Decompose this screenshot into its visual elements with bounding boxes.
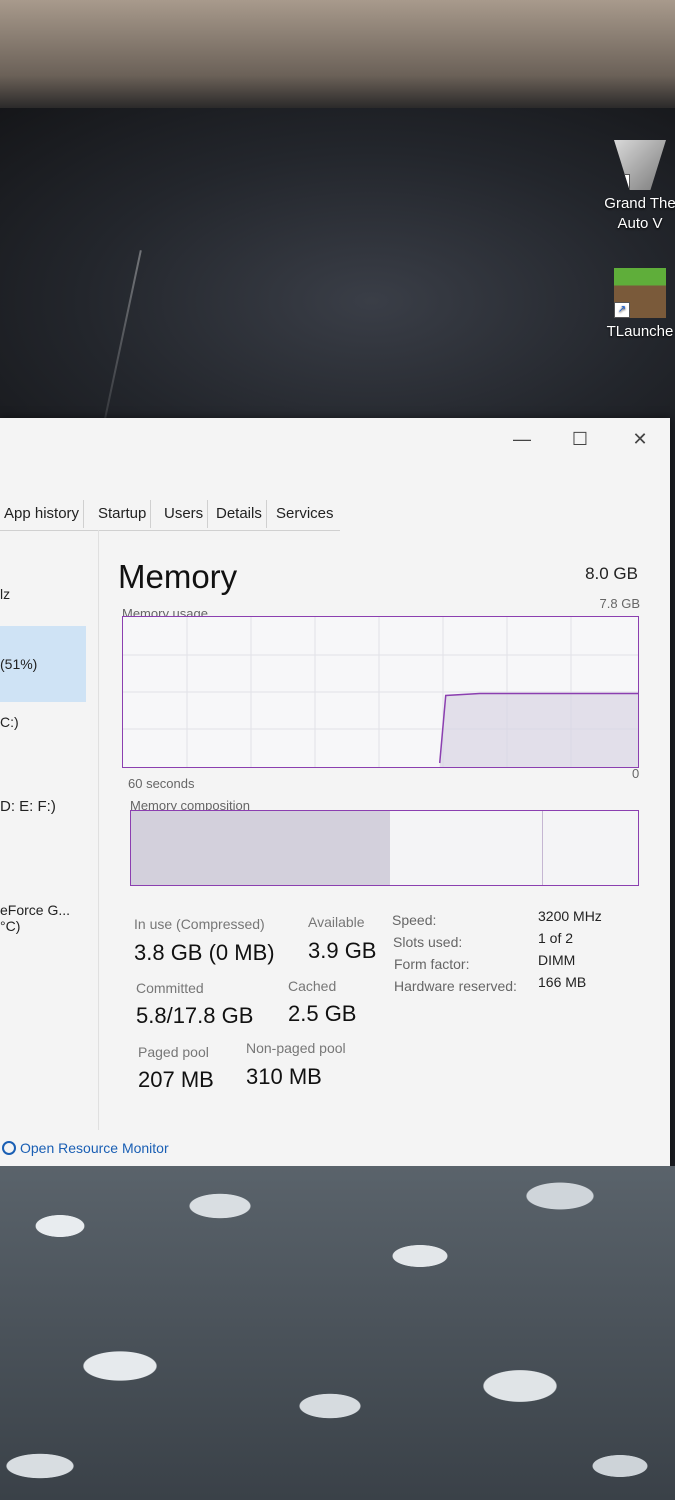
tlauncher-icon: ↗ bbox=[614, 268, 666, 318]
shortcut-arrow-icon: ↗ bbox=[614, 302, 630, 318]
available-value: 3.9 GB bbox=[308, 938, 377, 963]
paged-pool-label: Paged pool bbox=[138, 1044, 209, 1060]
form-factor-label: Form factor: bbox=[394, 956, 470, 972]
hardware-reserved-label: Hardware reserved: bbox=[394, 978, 517, 994]
memory-usage-area bbox=[439, 693, 638, 767]
time-axis-label: 60 seconds bbox=[128, 776, 195, 791]
committed-value: 5.8/17.8 GB bbox=[136, 1003, 254, 1028]
close-button[interactable]: ✕ bbox=[620, 424, 660, 454]
desktop-icon-tlauncher[interactable]: ↗ TLaunche bbox=[600, 268, 675, 342]
speed-label: Speed: bbox=[392, 912, 437, 928]
memory-usage-graph bbox=[122, 616, 639, 768]
desktop-icon-label: TLaunche bbox=[606, 323, 674, 340]
title-bar: — ☐ ✕ bbox=[0, 418, 670, 458]
sidebar-item-gpu[interactable]: eForce G... °C) bbox=[0, 902, 86, 952]
tab-users[interactable]: Users bbox=[160, 500, 209, 528]
sidebar-item-memory[interactable]: (51%) bbox=[0, 626, 86, 702]
open-resource-monitor-link[interactable]: Open Resource Monitor bbox=[2, 1140, 169, 1156]
maximize-button[interactable]: ☐ bbox=[560, 424, 600, 454]
desktop: ↗ Grand The Auto V ↗ TLaunche bbox=[0, 108, 675, 456]
gta-icon: ↗ bbox=[614, 140, 666, 190]
memory-usage-max: 7.8 GB bbox=[599, 596, 640, 611]
tab-app-history[interactable]: App history bbox=[0, 500, 85, 528]
sidebar-item-cpu[interactable]: lz bbox=[0, 586, 86, 602]
cached-value: 2.5 GB bbox=[288, 1001, 357, 1026]
tab-details[interactable]: Details bbox=[212, 500, 267, 528]
slots-used-label: Slots used: bbox=[393, 934, 463, 950]
available-label: Available bbox=[308, 914, 365, 930]
shortcut-arrow-icon: ↗ bbox=[614, 174, 630, 190]
resource-monitor-icon bbox=[2, 1141, 16, 1155]
non-paged-pool-value: 310 MB bbox=[246, 1064, 322, 1089]
speed-value: 3200 MHz bbox=[538, 908, 602, 924]
committed-label: Committed bbox=[136, 980, 204, 996]
open-resource-monitor-text: Open Resource Monitor bbox=[20, 1140, 169, 1156]
cached-label: Cached bbox=[288, 978, 337, 994]
slots-used-value: 1 of 2 bbox=[538, 930, 574, 946]
tab-startup[interactable]: Startup bbox=[94, 500, 152, 528]
task-manager-window: — ☐ ✕ App history Startup Users Details … bbox=[0, 418, 670, 1166]
paged-pool-value: 207 MB bbox=[138, 1067, 214, 1092]
tab-services[interactable]: Services bbox=[272, 500, 338, 528]
non-paged-pool-label: Non-paged pool bbox=[246, 1040, 346, 1056]
composition-in-use bbox=[131, 811, 391, 885]
in-use-label: In use (Compressed) bbox=[134, 916, 265, 932]
desktop-icon-label: Grand The Auto V bbox=[604, 195, 675, 232]
desktop-icon-gta[interactable]: ↗ Grand The Auto V bbox=[600, 140, 675, 234]
graph-zero-label: 0 bbox=[632, 766, 640, 781]
performance-sidebar: lz (51%) C:) D: E: F:) eForce G... °C) bbox=[0, 530, 99, 1130]
composition-standby bbox=[390, 811, 543, 885]
memory-usage-graph-svg bbox=[123, 617, 638, 767]
minimize-button[interactable]: — bbox=[502, 424, 542, 454]
hardware-reserved-value: 166 MB bbox=[538, 974, 587, 990]
sidebar-item-disk-c[interactable]: C:) bbox=[0, 714, 86, 764]
desktop-wallpaper bbox=[0, 1166, 675, 1500]
in-use-value: 3.8 GB (0 MB) bbox=[134, 940, 275, 965]
tab-bar: App history Startup Users Details Servic… bbox=[0, 500, 340, 531]
monitor-bezel bbox=[0, 0, 675, 108]
page-title: Memory bbox=[118, 558, 238, 595]
memory-total: 8.0 GB bbox=[585, 564, 638, 583]
form-factor-value: DIMM bbox=[538, 952, 576, 968]
sidebar-item-disk-def[interactable]: D: E: F:) bbox=[0, 798, 86, 848]
memory-composition-bar bbox=[130, 810, 639, 886]
